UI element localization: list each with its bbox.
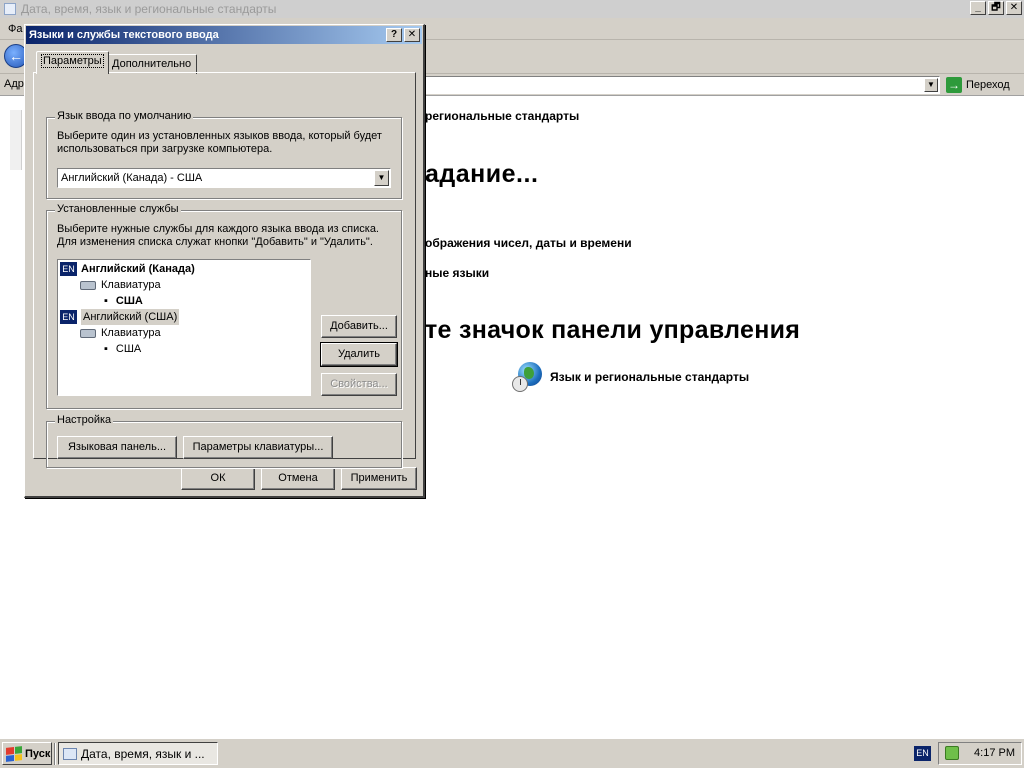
language-indicator[interactable]: EN bbox=[914, 746, 931, 761]
taskbar-item-label: Дата, время, язык и ... bbox=[81, 746, 205, 761]
settings-tab-panel: Язык ввода по умолчанию Выберите один из… bbox=[33, 72, 416, 468]
installed-services-desc-line1: Выберите нужные службы для каждого языка… bbox=[57, 223, 379, 235]
cancel-button[interactable]: Отмена bbox=[261, 467, 335, 490]
default-language-group: Язык ввода по умолчанию Выберите один из… bbox=[46, 110, 402, 199]
address-label: Адр bbox=[4, 78, 24, 90]
services-tree[interactable]: EN Английский (Канада) Клавиатура ▪ США … bbox=[57, 259, 311, 396]
task-link-languages[interactable]: ные языки bbox=[425, 266, 489, 280]
side-panel-edge bbox=[10, 110, 22, 170]
taskbar: Пуск Дата, время, язык и ... EN 4:17 PM bbox=[0, 738, 1024, 768]
tree-item-layout-us[interactable]: ▪ США bbox=[104, 341, 141, 357]
preferences-group-title: Настройка bbox=[55, 414, 114, 426]
window-caption-buttons: _ 🗗 ✕ bbox=[970, 1, 1022, 15]
tree-item-label: Клавиатура bbox=[101, 279, 161, 291]
pick-an-icon-heading: те значок панели управления bbox=[425, 316, 801, 344]
minimize-button[interactable]: _ bbox=[970, 1, 986, 15]
installed-services-group: Установленные службы Выберите нужные слу… bbox=[46, 203, 402, 409]
installed-services-desc-line2: Для изменения списка служат кнопки "Доба… bbox=[57, 236, 373, 248]
key-settings-button[interactable]: Параметры клавиатуры... bbox=[183, 436, 333, 459]
tree-item-english-canada[interactable]: EN Английский (Канада) bbox=[60, 261, 195, 277]
tree-item-label: Клавиатура bbox=[101, 327, 161, 339]
tree-item-keyboard[interactable]: Клавиатура bbox=[80, 277, 161, 293]
installed-services-group-title: Установленные службы bbox=[55, 203, 181, 215]
chevron-down-icon[interactable]: ▼ bbox=[374, 170, 389, 186]
tree-item-english-us[interactable]: EN Английский (США) bbox=[60, 309, 180, 325]
tab-settings[interactable]: Параметры bbox=[36, 51, 109, 74]
default-language-desc-line1: Выберите один из установленных языков вв… bbox=[57, 130, 382, 142]
language-badge-icon: EN bbox=[60, 262, 77, 276]
start-label: Пуск bbox=[25, 747, 51, 760]
dialog-close-button[interactable]: ✕ bbox=[404, 28, 420, 42]
keyboard-icon bbox=[80, 280, 96, 290]
control-panel-icon bbox=[63, 747, 77, 760]
system-tray: 4:17 PM bbox=[938, 742, 1022, 765]
windows-logo-icon bbox=[6, 745, 22, 762]
help-button[interactable]: ? bbox=[386, 28, 402, 42]
tree-item-label: США bbox=[115, 343, 142, 355]
tree-item-keyboard[interactable]: Клавиатура bbox=[80, 325, 161, 341]
tray-app-icon[interactable] bbox=[945, 746, 959, 760]
preferences-group: Настройка Языковая панель... Параметры к… bbox=[46, 414, 402, 468]
close-button[interactable]: ✕ bbox=[1006, 1, 1022, 15]
control-panel-icon bbox=[4, 3, 16, 15]
installed-services-description: Выберите нужные службы для каждого языка… bbox=[57, 223, 379, 249]
dialog-title: Языки и службы текстового ввода bbox=[29, 29, 219, 41]
regional-options-item[interactable]: Язык и региональные стандарты bbox=[512, 362, 749, 392]
text-services-dialog: Языки и службы текстового ввода ? ✕ Пара… bbox=[24, 24, 425, 498]
add-button[interactable]: Добавить... bbox=[321, 315, 397, 338]
background-window-title: Дата, время, язык и региональные стандар… bbox=[21, 2, 277, 16]
tab-advanced-label: Дополнительно bbox=[112, 58, 192, 70]
task-link-formats[interactable]: ображения чисел, даты и времени bbox=[425, 236, 632, 250]
bullet-icon: ▪ bbox=[104, 343, 108, 355]
address-dropdown-button[interactable]: ▼ bbox=[924, 78, 938, 92]
pick-a-task-heading: адание... bbox=[425, 160, 539, 188]
bullet-icon: ▪ bbox=[104, 295, 108, 307]
go-label: Переход bbox=[966, 79, 1010, 91]
background-window-titlebar: Дата, время, язык и региональные стандар… bbox=[0, 0, 1024, 18]
keyboard-icon bbox=[80, 328, 96, 338]
ok-button[interactable]: ОК bbox=[181, 467, 255, 490]
clock[interactable]: 4:17 PM bbox=[974, 747, 1015, 759]
tree-item-label: Английский (США) bbox=[81, 309, 180, 325]
menu-item-file[interactable]: Фа bbox=[8, 23, 22, 35]
language-bar-button[interactable]: Языковая панель... bbox=[57, 436, 177, 459]
default-language-group-title: Язык ввода по умолчанию bbox=[55, 110, 194, 122]
regional-options-label: Язык и региональные стандарты bbox=[550, 370, 750, 384]
dialog-caption-buttons: ? ✕ bbox=[386, 28, 420, 42]
start-button[interactable]: Пуск bbox=[2, 742, 52, 765]
tab-advanced[interactable]: Дополнительно bbox=[106, 54, 198, 74]
restore-button[interactable]: 🗗 bbox=[988, 1, 1004, 15]
language-badge-icon: EN bbox=[60, 310, 77, 324]
default-language-select[interactable]: Английский (Канада) - США ▼ bbox=[57, 168, 391, 188]
go-arrow-icon: → bbox=[946, 77, 962, 93]
tree-item-label: США bbox=[115, 295, 143, 307]
default-language-value: Английский (Канада) - США bbox=[61, 172, 203, 184]
tree-item-label: Английский (Канада) bbox=[81, 263, 195, 275]
apply-button[interactable]: Применить bbox=[341, 467, 417, 490]
remove-button[interactable]: Удалить bbox=[320, 342, 398, 367]
default-language-desc-line2: использоваться при загрузке компьютера. bbox=[57, 143, 273, 155]
globe-clock-icon bbox=[512, 362, 542, 392]
default-language-description: Выберите один из установленных языков вв… bbox=[57, 130, 382, 156]
taskbar-separator bbox=[54, 743, 56, 765]
category-title: региональные стандарты bbox=[425, 109, 580, 123]
taskbar-item-control-panel[interactable]: Дата, время, язык и ... bbox=[58, 742, 218, 765]
tab-settings-label: Параметры bbox=[41, 54, 104, 68]
tree-item-layout-us[interactable]: ▪ США bbox=[104, 293, 143, 309]
go-button[interactable]: → Переход bbox=[946, 77, 1010, 93]
properties-button[interactable]: Свойства... bbox=[321, 373, 397, 396]
dialog-titlebar: Языки и службы текстового ввода ? ✕ bbox=[26, 26, 422, 44]
